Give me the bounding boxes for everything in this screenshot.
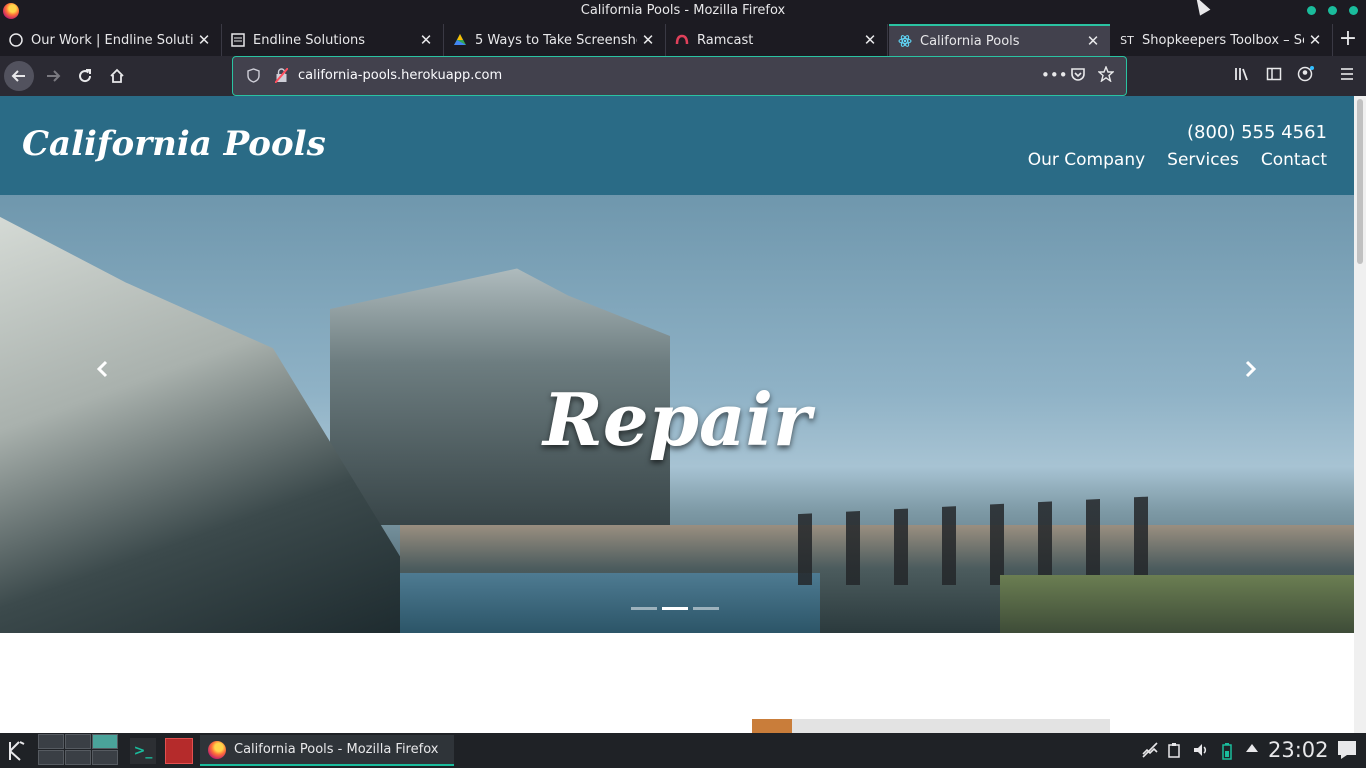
- sidebar-icon[interactable]: [1264, 66, 1284, 86]
- desktop-2[interactable]: [65, 734, 91, 749]
- hero-grass-image: [1000, 575, 1354, 633]
- chevron-right-icon: [1245, 360, 1257, 378]
- close-window-button[interactable]: [1349, 6, 1358, 15]
- tab-shopkeepers[interactable]: ST Shopkeepers Toolbox – Sc ✕: [1111, 24, 1333, 56]
- menu-services[interactable]: Services: [1167, 150, 1239, 170]
- tab-label: 5 Ways to Take Screensho: [475, 32, 637, 48]
- content-image-preview: [752, 719, 1110, 733]
- notifications-icon[interactable]: [1337, 740, 1357, 764]
- forward-arrow-icon: [47, 70, 61, 82]
- tab-bar: Our Work | Endline Soluti ✕ Endline Solu…: [0, 22, 1366, 56]
- volume-icon[interactable]: [1192, 742, 1210, 762]
- react-icon: [897, 33, 913, 49]
- tab-label: Our Work | Endline Soluti: [31, 32, 193, 48]
- system-monitor-icon[interactable]: [165, 738, 193, 764]
- back-button[interactable]: [4, 61, 34, 91]
- close-tab-icon[interactable]: ✕: [859, 31, 881, 49]
- close-tab-icon[interactable]: ✕: [193, 31, 215, 49]
- bookmark-star-icon[interactable]: [1097, 65, 1115, 86]
- github-icon: [8, 32, 24, 48]
- close-tab-icon[interactable]: ✕: [415, 31, 437, 49]
- tab-our-work[interactable]: Our Work | Endline Soluti ✕: [0, 24, 222, 56]
- site-header: California Pools (800) 555 4561 Our Comp…: [0, 96, 1354, 195]
- tray-expand-icon[interactable]: [1245, 742, 1259, 758]
- home-button[interactable]: [102, 61, 132, 91]
- tab-screenshots[interactable]: 5 Ways to Take Screensho ✕: [444, 24, 666, 56]
- desktop-3[interactable]: [92, 734, 118, 749]
- library-icon[interactable]: [1232, 66, 1252, 86]
- window-titlebar: California Pools - Mozilla Firefox: [0, 0, 1366, 22]
- tab-label: Ramcast: [697, 32, 754, 48]
- tracking-shield-icon[interactable]: [247, 68, 260, 87]
- window-title: California Pools - Mozilla Firefox: [580, 3, 786, 18]
- site-brand-logo[interactable]: California Pools: [22, 124, 326, 164]
- application-launcher-icon[interactable]: [6, 740, 28, 762]
- st-icon: ST: [1120, 33, 1134, 47]
- desktop-1[interactable]: [38, 734, 64, 749]
- desktop-5[interactable]: [65, 750, 91, 765]
- pocket-icon[interactable]: [1070, 66, 1086, 86]
- hero-pool-image: [400, 573, 820, 633]
- tab-label: California Pools: [920, 33, 1020, 49]
- forward-button[interactable]: [38, 61, 68, 91]
- tab-ramcast[interactable]: Ramcast ✕: [666, 24, 888, 56]
- window-controls: [1307, 6, 1358, 15]
- hero-carousel: Repair: [0, 195, 1354, 633]
- url-bar[interactable]: california-pools.herokuapp.com •••: [232, 56, 1127, 96]
- tab-california-pools[interactable]: California Pools ✕: [889, 24, 1110, 56]
- clock[interactable]: 23:02: [1268, 738, 1329, 762]
- tab-label: Shopkeepers Toolbox – Sc: [1142, 32, 1304, 48]
- phone-number[interactable]: (800) 555 4561: [1187, 122, 1327, 143]
- new-tab-button[interactable]: +: [1334, 24, 1362, 56]
- page-scrollbar[interactable]: [1354, 96, 1366, 733]
- url-text[interactable]: california-pools.herokuapp.com: [298, 68, 502, 83]
- site-menu: Our Company Services Contact: [1028, 150, 1327, 170]
- navigation-toolbar: california-pools.herokuapp.com •••: [0, 56, 1366, 96]
- taskbar-firefox-item[interactable]: California Pools - Mozilla Firefox: [200, 735, 454, 766]
- menu-our-company[interactable]: Our Company: [1028, 150, 1145, 170]
- carousel-indicators: [631, 607, 719, 610]
- maximize-button[interactable]: [1328, 6, 1337, 15]
- close-tab-icon[interactable]: ✕: [637, 31, 659, 49]
- chevron-left-icon: [96, 360, 108, 378]
- terminal-icon[interactable]: >_: [130, 738, 156, 764]
- scrollbar-thumb[interactable]: [1357, 99, 1363, 264]
- page-actions-icon[interactable]: •••: [1041, 66, 1068, 84]
- reload-button[interactable]: [70, 61, 100, 91]
- virtual-desktop-pager: [38, 734, 118, 765]
- hero-umbrellas-image: [780, 495, 1180, 585]
- task-label: California Pools - Mozilla Firefox: [234, 742, 439, 757]
- menu-contact[interactable]: Contact: [1261, 150, 1327, 170]
- drive-icon: [452, 32, 468, 48]
- carousel-indicator[interactable]: [662, 607, 688, 610]
- back-arrow-icon: [11, 70, 25, 82]
- ramcast-icon: [674, 32, 690, 48]
- desktop-6[interactable]: [92, 750, 118, 765]
- carousel-prev-button[interactable]: [82, 350, 122, 390]
- tab-endline[interactable]: Endline Solutions ✕: [222, 24, 444, 56]
- firefox-icon: [208, 740, 226, 759]
- home-icon: [110, 68, 124, 83]
- taskbar: >_ California Pools - Mozilla Firefox 23…: [0, 733, 1366, 768]
- hamburger-menu-icon[interactable]: [1337, 66, 1357, 86]
- clipboard-icon[interactable]: [1167, 742, 1181, 762]
- page-icon: [230, 32, 246, 48]
- minimize-button[interactable]: [1307, 6, 1316, 15]
- close-tab-icon[interactable]: ✕: [1304, 31, 1326, 49]
- account-icon[interactable]: [1296, 66, 1316, 86]
- carousel-caption: Repair: [543, 377, 811, 462]
- insecure-lock-icon[interactable]: [274, 67, 289, 84]
- carousel-indicator[interactable]: [693, 607, 719, 610]
- page-viewport: California Pools (800) 555 4561 Our Comp…: [0, 96, 1354, 733]
- carousel-indicator[interactable]: [631, 607, 657, 610]
- tab-label: Endline Solutions: [253, 32, 366, 48]
- reload-icon: [79, 69, 92, 83]
- desktop-4[interactable]: [38, 750, 64, 765]
- carousel-next-button[interactable]: [1231, 350, 1271, 390]
- network-disabled-icon[interactable]: [1141, 742, 1159, 762]
- close-tab-icon[interactable]: ✕: [1082, 32, 1104, 50]
- battery-icon[interactable]: [1221, 742, 1233, 764]
